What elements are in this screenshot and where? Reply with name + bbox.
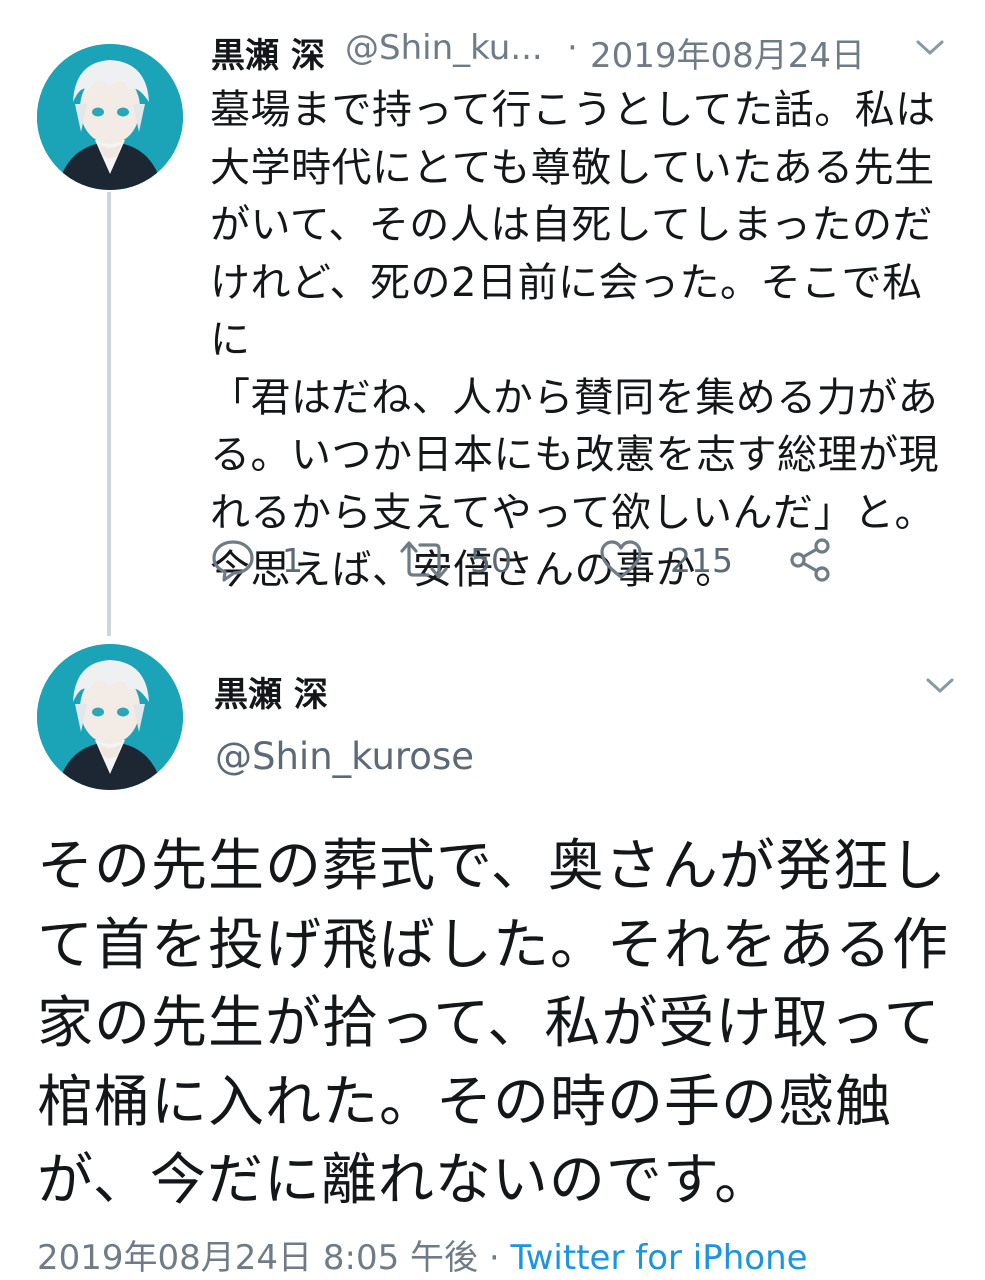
meta-separator: · bbox=[488, 1238, 500, 1278]
tweet-source-link[interactable]: Twitter for iPhone bbox=[510, 1238, 807, 1278]
tweet-menu-button[interactable] bbox=[925, 676, 955, 700]
author-handle[interactable]: @Shin_kurose bbox=[215, 735, 474, 778]
share-button[interactable] bbox=[788, 532, 834, 588]
like-count: 215 bbox=[670, 540, 733, 580]
avatar[interactable] bbox=[37, 644, 183, 790]
share-icon bbox=[790, 538, 830, 582]
author-name[interactable]: 黒瀬 深 bbox=[211, 28, 325, 77]
retweet-icon bbox=[400, 541, 448, 579]
tweet-actions: 1 50 215 bbox=[210, 532, 910, 592]
heart-icon bbox=[600, 540, 642, 579]
tweet-date[interactable]: 2019年08月24日 bbox=[590, 28, 865, 77]
tweet-menu-button[interactable] bbox=[915, 38, 945, 62]
tweet-timestamp[interactable]: 2019年08月24日 8:05 午後 bbox=[37, 1238, 478, 1278]
tweet-footer: 2019年08月24日 8:05 午後 · Twitter for iPhone bbox=[37, 1230, 808, 1279]
chevron-down-icon bbox=[926, 678, 954, 693]
tweet-text: 墓場まで持って行こうとしてた話。私は 大学時代にとても尊敬していたある先生 がい… bbox=[210, 87, 939, 593]
reply-icon bbox=[212, 540, 254, 582]
author-handle[interactable]: @Shin_ku... bbox=[345, 28, 543, 68]
retweet-count: 50 bbox=[470, 540, 512, 580]
like-button[interactable]: 215 bbox=[598, 532, 733, 588]
retweet-button[interactable]: 50 bbox=[396, 532, 512, 588]
reply-button[interactable]: 1 bbox=[210, 532, 303, 588]
chevron-down-icon bbox=[916, 40, 944, 55]
author-name[interactable]: 黒瀬 深 bbox=[214, 667, 328, 716]
anime-avatar-image bbox=[37, 644, 183, 790]
reply-count: 1 bbox=[282, 540, 303, 580]
anime-avatar-image bbox=[37, 44, 183, 190]
tweet-text: その先生の葬式で、奥さんが発狂し て首を投げ飛ばした。それをある作 家の先生が拾… bbox=[37, 834, 949, 1213]
meta-separator: · bbox=[567, 28, 578, 68]
avatar[interactable] bbox=[37, 44, 183, 190]
thread-connector-line bbox=[107, 192, 111, 636]
